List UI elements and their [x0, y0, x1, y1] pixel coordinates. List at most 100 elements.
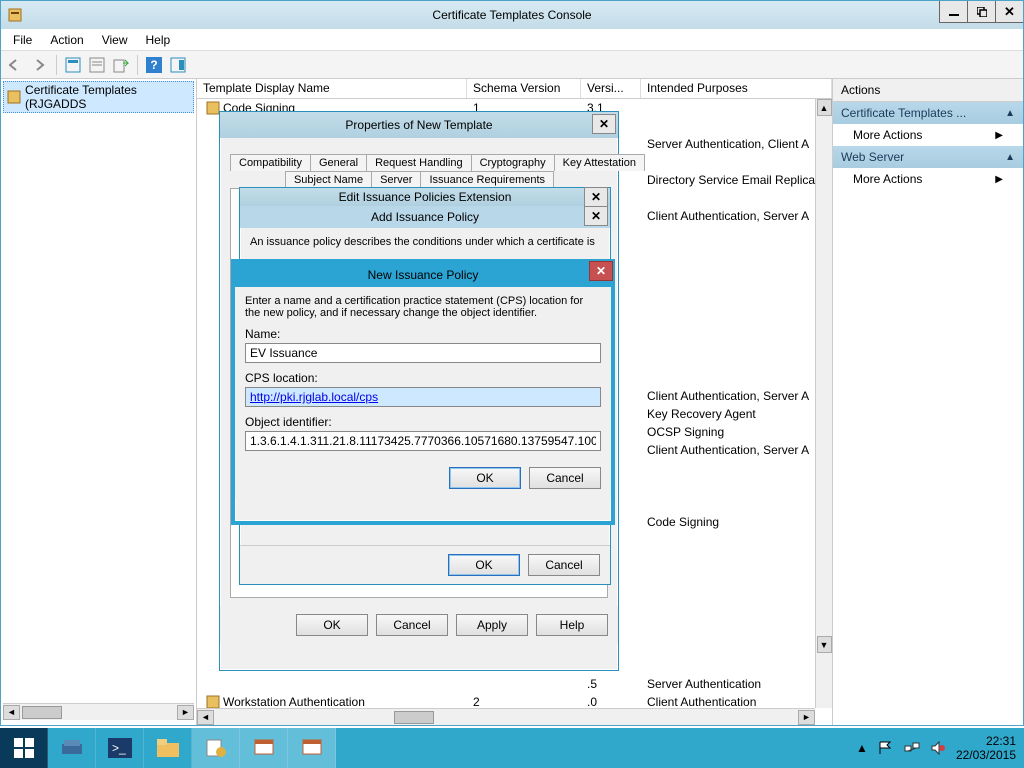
menu-help[interactable]: Help — [138, 31, 179, 49]
network-icon[interactable] — [904, 740, 920, 756]
tree-pane[interactable]: Certificate Templates (RJGADDS ◄ ► — [1, 79, 197, 725]
window-title: Certificate Templates Console — [432, 8, 591, 22]
actions-section-webserver[interactable]: Web Server▲ — [833, 146, 1023, 168]
scroll-down-icon[interactable]: ▼ — [817, 636, 832, 653]
more-actions-2[interactable]: More Actions▶ — [833, 168, 1023, 190]
taskbar-app-3[interactable] — [288, 728, 336, 768]
svg-text:?: ? — [150, 58, 157, 72]
scroll-thumb[interactable] — [22, 706, 62, 719]
toolbar-icon-3[interactable] — [167, 54, 189, 76]
tab-request-handling[interactable]: Request Handling — [366, 154, 471, 171]
scroll-left-icon[interactable]: ◄ — [3, 705, 20, 720]
tree-root[interactable]: Certificate Templates (RJGADDS — [3, 81, 194, 113]
toolbar-icon-1[interactable] — [62, 54, 84, 76]
nav-back-button[interactable] — [5, 54, 27, 76]
menubar: File Action View Help — [1, 29, 1023, 51]
toolbar-export-icon[interactable] — [110, 54, 132, 76]
column-headers[interactable]: Template Display Name Schema Version Ver… — [197, 79, 832, 99]
name-input[interactable] — [245, 343, 601, 363]
toolbar-icon-2[interactable] — [86, 54, 108, 76]
tab-issuance-req[interactable]: Issuance Requirements — [420, 171, 554, 188]
col-ver[interactable]: Versi... — [581, 79, 641, 98]
scroll-right-icon[interactable]: ► — [798, 710, 815, 725]
ok-button[interactable]: OK — [296, 614, 368, 636]
apply-button[interactable]: Apply — [456, 614, 528, 636]
help-icon[interactable]: ? — [143, 54, 165, 76]
flag-icon[interactable] — [878, 740, 894, 756]
ok-button[interactable]: OK — [448, 554, 520, 576]
main-window: Certificate Templates Console ✕ File Act… — [0, 0, 1024, 726]
system-tray[interactable]: ▲ 22:31 22/03/2015 — [856, 734, 1024, 762]
menu-file[interactable]: File — [5, 31, 40, 49]
submenu-icon: ▶ — [995, 130, 1003, 141]
nav-fwd-button[interactable] — [29, 54, 51, 76]
toolbar: ? — [1, 51, 1023, 79]
svg-text:>_: >_ — [112, 741, 126, 755]
scroll-thumb[interactable] — [394, 711, 434, 724]
volume-icon[interactable] — [930, 740, 946, 756]
tabs-row-1: Compatibility General Request Handling C… — [230, 154, 608, 171]
menu-action[interactable]: Action — [42, 31, 91, 49]
add-policy-title[interactable]: Add Issuance Policy ✕ — [240, 206, 610, 228]
close-icon[interactable]: ✕ — [592, 114, 616, 134]
cps-input[interactable]: http://pki.rjglab.local/cps — [245, 387, 601, 407]
list-vscroll[interactable]: ▲ ▼ — [815, 99, 832, 708]
scroll-up-icon[interactable]: ▲ — [817, 99, 832, 116]
tab-key-attestation[interactable]: Key Attestation — [554, 154, 645, 171]
explorer-icon[interactable] — [144, 728, 192, 768]
new-issuance-desc: Enter a name and a certification practic… — [245, 295, 601, 319]
help-button[interactable]: Help — [536, 614, 608, 636]
app-icon — [7, 7, 23, 23]
add-policy-body: An issuance policy describes the conditi… — [240, 228, 610, 256]
close-button[interactable]: ✕ — [995, 1, 1023, 23]
close-icon[interactable]: ✕ — [584, 206, 608, 226]
cancel-button[interactable]: Cancel — [529, 467, 601, 489]
tabs-row-2: Subject Name Server Issuance Requirement… — [230, 171, 608, 188]
close-icon[interactable]: ✕ — [589, 261, 613, 281]
maximize-button[interactable] — [967, 1, 995, 23]
taskbar-left: >_ — [0, 728, 336, 768]
tab-subject-name[interactable]: Subject Name — [285, 171, 372, 188]
titlebar[interactable]: Certificate Templates Console ✕ — [1, 1, 1023, 29]
taskbar[interactable]: >_ ▲ 22:31 22/03/2015 — [0, 728, 1024, 768]
tab-compatibility[interactable]: Compatibility — [230, 154, 311, 171]
cps-label: CPS location: — [245, 371, 601, 385]
col-name[interactable]: Template Display Name — [197, 79, 467, 98]
new-issuance-buttons: OK Cancel — [245, 451, 601, 489]
scroll-right-icon[interactable]: ► — [177, 705, 194, 720]
cancel-button[interactable]: Cancel — [528, 554, 600, 576]
powershell-icon[interactable]: >_ — [96, 728, 144, 768]
taskbar-app-1[interactable] — [192, 728, 240, 768]
tree-root-label: Certificate Templates (RJGADDS — [25, 83, 191, 111]
collapse-icon: ▲ — [1005, 152, 1015, 163]
more-actions-1[interactable]: More Actions▶ — [833, 124, 1023, 146]
table-row[interactable]: .5Server Authentication — [197, 675, 832, 693]
separator — [137, 55, 138, 75]
list-hscroll[interactable]: ◄ ► — [197, 708, 815, 725]
separator — [56, 55, 57, 75]
col-schema[interactable]: Schema Version — [467, 79, 581, 98]
start-button[interactable] — [0, 728, 48, 768]
properties-title[interactable]: Properties of New Template ✕ — [220, 112, 618, 138]
tab-cryptography[interactable]: Cryptography — [471, 154, 555, 171]
new-issuance-title[interactable]: New Issuance Policy ✕ — [235, 263, 611, 287]
tab-server[interactable]: Server — [371, 171, 421, 188]
tab-general[interactable]: General — [310, 154, 367, 171]
taskbar-app-2[interactable] — [240, 728, 288, 768]
oid-input[interactable] — [245, 431, 601, 451]
close-icon[interactable]: ✕ — [584, 187, 608, 207]
clock[interactable]: 22:31 22/03/2015 — [956, 734, 1016, 762]
tree-hscroll[interactable]: ◄ ► — [3, 703, 194, 720]
submenu-icon: ▶ — [995, 174, 1003, 185]
scroll-left-icon[interactable]: ◄ — [197, 710, 214, 725]
minimize-button[interactable] — [939, 1, 967, 23]
actions-header: Actions — [833, 79, 1023, 102]
tray-up-icon[interactable]: ▲ — [856, 741, 868, 755]
server-manager-icon[interactable] — [48, 728, 96, 768]
cancel-button[interactable]: Cancel — [376, 614, 448, 636]
ok-button[interactable]: OK — [449, 467, 521, 489]
new-issuance-dialog[interactable]: New Issuance Policy ✕ Enter a name and a… — [231, 259, 615, 525]
col-purpose[interactable]: Intended Purposes — [641, 79, 832, 98]
menu-view[interactable]: View — [94, 31, 136, 49]
actions-section-templates[interactable]: Certificate Templates ...▲ — [833, 102, 1023, 124]
